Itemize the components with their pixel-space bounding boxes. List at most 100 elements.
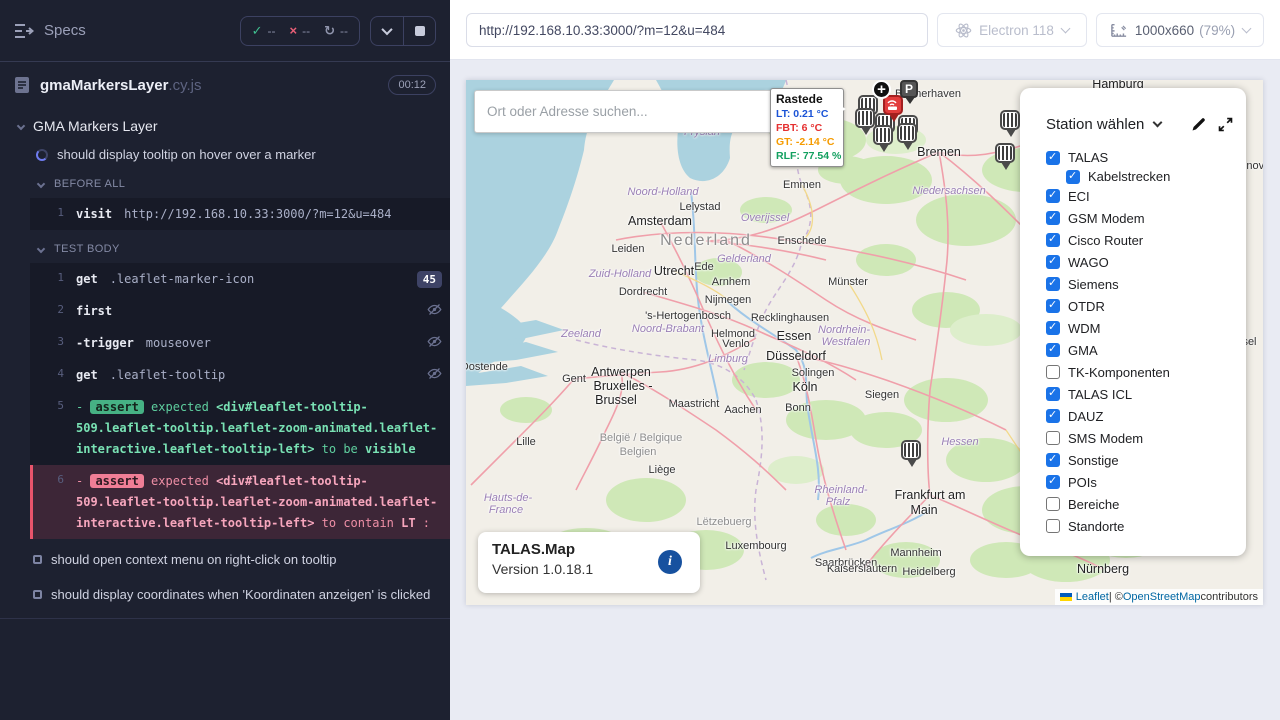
layer-label: POIs bbox=[1068, 475, 1097, 490]
layer-checkbox-row[interactable]: WAGO bbox=[1034, 251, 1246, 273]
pending-test-row[interactable]: should display coordinates when 'Koordin… bbox=[0, 577, 450, 612]
station-panel-title[interactable]: Station wählen bbox=[1046, 116, 1144, 133]
layer-checkbox-row[interactable]: SMS Modem bbox=[1034, 427, 1246, 449]
layer-label: TALAS bbox=[1068, 150, 1108, 165]
command-row[interactable]: 1get.leaflet-marker-icon45 bbox=[30, 263, 450, 295]
map-place-label: 's-Hertogenbosch bbox=[645, 310, 731, 322]
browser-selector[interactable]: Electron 118 bbox=[937, 13, 1087, 47]
command-row[interactable]: 3-triggermouseover bbox=[30, 327, 450, 359]
leaflet-link[interactable]: Leaflet bbox=[1076, 591, 1109, 603]
tooltip-station-name: Rastede bbox=[776, 92, 838, 106]
station-marker-icon[interactable] bbox=[901, 440, 921, 460]
layer-checkbox-row[interactable]: Kabelstrecken bbox=[1034, 168, 1246, 185]
alarm-marker-icon[interactable] bbox=[883, 95, 903, 115]
map-place-label: Zuid-Holland bbox=[589, 268, 651, 280]
command-section-header[interactable]: BEFORE ALL bbox=[0, 168, 450, 195]
checked-checkbox[interactable] bbox=[1046, 277, 1060, 291]
stop-run-button[interactable] bbox=[403, 17, 435, 45]
leaflet-map[interactable]: HamburgBremerhavenGroningenFryslânBremen… bbox=[466, 80, 1263, 605]
checked-checkbox[interactable] bbox=[1046, 211, 1060, 225]
layer-checkbox-row[interactable]: GMA bbox=[1034, 339, 1246, 361]
specs-title[interactable]: Specs bbox=[44, 22, 86, 39]
parking-marker-icon[interactable]: P bbox=[900, 80, 918, 98]
marker-tooltip[interactable]: Rastede LT: 0.21 °CFBT: 6 °CGT: -2.14 °C… bbox=[770, 88, 844, 167]
map-place-label: Nordrhein- bbox=[818, 324, 870, 336]
chevron-down-icon[interactable] bbox=[1153, 118, 1163, 128]
attribution-separator: | © bbox=[1109, 591, 1123, 603]
unchecked-checkbox[interactable] bbox=[1046, 431, 1060, 445]
layer-checkbox-row[interactable]: ECI bbox=[1034, 185, 1246, 207]
layer-checkbox-row[interactable]: POIs bbox=[1034, 471, 1246, 493]
layer-checkbox-row[interactable]: OTDR bbox=[1034, 295, 1246, 317]
station-marker-icon[interactable] bbox=[855, 108, 875, 128]
viewport-info[interactable]: 1000x660 (79%) bbox=[1096, 13, 1264, 47]
unchecked-checkbox[interactable] bbox=[1046, 497, 1060, 511]
map-place-label: België / Belgique bbox=[600, 432, 683, 444]
checked-checkbox[interactable] bbox=[1046, 409, 1060, 423]
reporter-header: Specs ✓ -- × -- ↻ -- bbox=[0, 0, 450, 62]
checked-checkbox[interactable] bbox=[1046, 343, 1060, 357]
command-number: 1 bbox=[30, 268, 64, 284]
pending-test-icon bbox=[33, 555, 42, 564]
spec-row[interactable]: gmaMarkersLayer.cy.js 00:12 bbox=[0, 62, 450, 108]
suite-row[interactable]: GMA Markers Layer bbox=[0, 108, 450, 138]
checked-checkbox[interactable] bbox=[1046, 255, 1060, 269]
layer-checkbox-row[interactable]: DAUZ bbox=[1034, 405, 1246, 427]
checked-checkbox[interactable] bbox=[1046, 151, 1060, 165]
command-row[interactable]: 2first bbox=[30, 295, 450, 327]
station-marker-icon[interactable] bbox=[995, 143, 1015, 163]
tooltip-measurement-row: LT: 0.21 °C bbox=[776, 107, 838, 121]
layer-label: Cisco Router bbox=[1068, 233, 1143, 248]
osm-link[interactable]: OpenStreetMap bbox=[1123, 591, 1201, 603]
command-section-header[interactable]: TEST BODY bbox=[0, 233, 450, 260]
layer-label: Standorte bbox=[1068, 519, 1124, 534]
command-row[interactable]: 5- assert expected <div#leaflet-tooltip-… bbox=[30, 391, 450, 465]
layer-checkbox-row[interactable]: WDM bbox=[1034, 317, 1246, 339]
cluster-expand-icon[interactable]: + bbox=[872, 80, 891, 99]
station-marker-icon[interactable] bbox=[897, 123, 917, 143]
layer-checkbox-row[interactable]: GSM Modem bbox=[1034, 207, 1246, 229]
checked-checkbox[interactable] bbox=[1046, 189, 1060, 203]
layer-checkbox-row[interactable]: TALAS bbox=[1034, 147, 1246, 168]
layer-checkbox-row[interactable]: Standorte bbox=[1034, 515, 1246, 537]
specs-list-icon[interactable] bbox=[14, 23, 34, 39]
map-search-input[interactable]: Ort oder Adresse suchen... bbox=[474, 90, 777, 133]
station-marker-icon[interactable] bbox=[1000, 110, 1020, 130]
checked-checkbox[interactable] bbox=[1046, 475, 1060, 489]
viewport-scale: (79%) bbox=[1199, 23, 1235, 38]
checked-checkbox[interactable] bbox=[1046, 233, 1060, 247]
map-place-label: Heidelberg bbox=[902, 566, 955, 578]
pending-test-title: should open context menu on right-click … bbox=[51, 552, 336, 567]
info-icon[interactable]: i bbox=[658, 550, 682, 574]
layer-checkbox-row[interactable]: Siemens bbox=[1034, 273, 1246, 295]
checked-checkbox[interactable] bbox=[1046, 321, 1060, 335]
pending-test-row[interactable]: should open context menu on right-click … bbox=[0, 542, 450, 577]
url-input[interactable]: http://192.168.10.33:3000/?m=12&u=484 bbox=[466, 13, 928, 47]
map-place-label: Ede bbox=[694, 261, 714, 273]
layer-checkbox-row[interactable]: Cisco Router bbox=[1034, 229, 1246, 251]
active-test-row[interactable]: should display tooltip on hover over a m… bbox=[0, 138, 450, 168]
command-row[interactable]: 1visithttp://192.168.10.33:3000/?m=12&u=… bbox=[30, 198, 450, 230]
command-row[interactable]: 4get.leaflet-tooltip bbox=[30, 359, 450, 391]
collapse-all-button[interactable] bbox=[371, 17, 403, 45]
app-name: TALAS.Map bbox=[492, 541, 686, 558]
checked-checkbox[interactable] bbox=[1046, 453, 1060, 467]
station-marker-icon[interactable] bbox=[873, 125, 893, 145]
layer-checkbox-row[interactable]: Bereiche bbox=[1034, 493, 1246, 515]
command-log: BEFORE ALL 1visithttp://192.168.10.33:300… bbox=[0, 168, 450, 539]
layer-checkbox-row[interactable]: TALAS ICL bbox=[1034, 383, 1246, 405]
command-row[interactable]: 6- assert expected <div#leaflet-tooltip-… bbox=[30, 465, 450, 539]
layer-checkbox-row[interactable]: Sonstige bbox=[1034, 449, 1246, 471]
reporter-sidebar: Specs ✓ -- × -- ↻ -- g bbox=[0, 0, 450, 720]
checked-checkbox[interactable] bbox=[1066, 170, 1080, 184]
unchecked-checkbox[interactable] bbox=[1046, 519, 1060, 533]
checked-checkbox[interactable] bbox=[1046, 387, 1060, 401]
section-label: BEFORE ALL bbox=[54, 178, 125, 190]
unchecked-checkbox[interactable] bbox=[1046, 365, 1060, 379]
expand-fullscreen-icon[interactable] bbox=[1217, 116, 1234, 133]
map-place-label: Pfalz bbox=[826, 496, 850, 508]
checked-checkbox[interactable] bbox=[1046, 299, 1060, 313]
layer-checkbox-row[interactable]: TK-Komponenten bbox=[1034, 361, 1246, 383]
edit-pencil-icon[interactable] bbox=[1190, 116, 1207, 133]
spec-extension: .cy.js bbox=[168, 77, 201, 94]
